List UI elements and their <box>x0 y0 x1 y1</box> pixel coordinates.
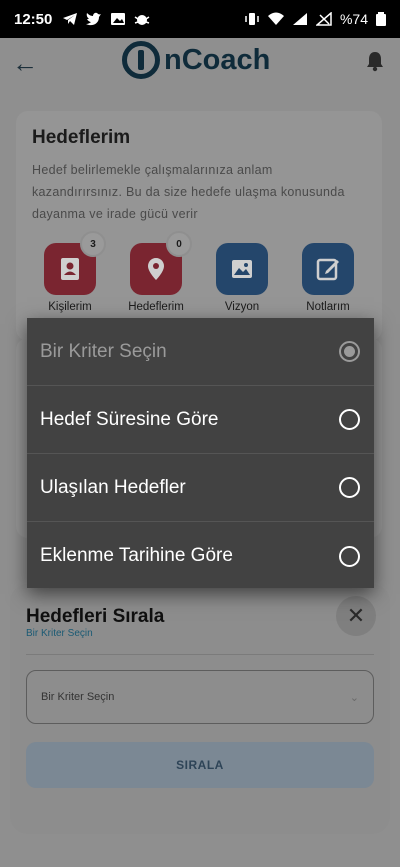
photo-icon <box>232 260 252 278</box>
edit-note-icon <box>316 258 339 281</box>
battery-icon <box>376 12 386 26</box>
option-label: Eklenme Tarihine Göre <box>40 545 233 566</box>
radio-icon[interactable] <box>339 409 360 430</box>
sort-sheet: Hedefleri Sırala Bir Kriter Seçin ✕ Bir … <box>10 584 390 834</box>
radio-icon[interactable] <box>339 545 360 567</box>
quick-item-vizyon[interactable]: Vizyon <box>212 243 272 313</box>
sheet-divider <box>26 654 374 655</box>
goals-card-title: Hedeflerim <box>32 127 131 148</box>
system-icons: %74 <box>244 11 386 27</box>
battery-percent: %74 <box>339 11 368 27</box>
status-bar: 12:50 %74 <box>0 0 400 38</box>
close-button[interactable]: ✕ <box>336 596 376 636</box>
goals-badge: 0 <box>166 231 192 257</box>
vibrate-icon <box>245 13 259 25</box>
wifi-icon <box>267 12 284 25</box>
sort-button[interactable]: SIRALA <box>26 742 374 788</box>
logo-mark-icon <box>122 41 160 79</box>
dropdown-option-date-added[interactable]: Eklenme Tarihine Göre <box>27 522 374 590</box>
radio-icon[interactable] <box>339 477 360 498</box>
goals-card: Hedeflerim Hedef belirlemekle çalışmalar… <box>16 111 382 341</box>
twitter-icon <box>86 12 102 26</box>
option-label: Hedef Süresine Göre <box>40 408 219 430</box>
image-icon <box>111 13 126 25</box>
quick-item-label: Kişilerim <box>48 301 92 313</box>
quick-item-hedeflerim[interactable]: 0 Hedeflerim <box>126 231 192 313</box>
chevron-down-icon: ⌄ <box>349 691 359 704</box>
quick-item-label: Vizyon <box>224 301 260 313</box>
sheet-title: Hedefleri Sırala <box>26 606 165 627</box>
option-label: Bir Kriter Seçin <box>40 340 167 362</box>
notification-icons <box>62 12 150 26</box>
back-arrow-icon[interactable]: ← <box>12 48 38 79</box>
quick-item-label: Notlarım <box>306 301 350 313</box>
option-label: Ulaşılan Hedefler <box>40 476 186 498</box>
dropdown-option-achieved[interactable]: Ulaşılan Hedefler <box>27 454 374 522</box>
telegram-icon <box>63 13 78 25</box>
goals-card-description: Hedef belirlemekle çalışmalarınıza anlam… <box>32 163 345 221</box>
location-pin-icon <box>148 258 164 280</box>
criteria-dropdown: Bir Kriter Seçin Hedef Süresine Göre Ula… <box>27 318 374 588</box>
contact-card-icon <box>61 258 79 280</box>
quick-item-kisilerim[interactable]: 3 Kişilerim <box>40 231 106 313</box>
criteria-select-value: Bir Kriter Seçin <box>41 691 115 703</box>
app-logo: nCoach <box>122 41 270 79</box>
contacts-badge: 3 <box>80 231 106 257</box>
criteria-select[interactable]: Bir Kriter Seçin ⌄ <box>26 670 374 724</box>
sheet-subtitle: Bir Kriter Seçin <box>26 628 93 639</box>
no-signal-icon <box>315 12 332 26</box>
dropdown-option-placeholder[interactable]: Bir Kriter Seçin <box>27 318 374 386</box>
dropdown-option-duration[interactable]: Hedef Süresine Göre <box>27 386 374 454</box>
vision-tile[interactable] <box>216 243 268 295</box>
status-time: 12:50 <box>14 10 53 28</box>
quick-actions: 3 Kişilerim 0 Hedeflerim Vizyon Notlarım <box>40 231 358 313</box>
radio-icon[interactable] <box>339 341 360 362</box>
bell-icon[interactable] <box>364 50 386 72</box>
signal-icon <box>292 13 307 25</box>
bug-icon <box>134 15 150 25</box>
app-name: nCoach <box>164 43 271 76</box>
quick-item-notlarim[interactable]: Notlarım <box>298 243 358 313</box>
notes-tile[interactable] <box>302 243 354 295</box>
quick-item-label: Hedeflerim <box>128 301 184 313</box>
close-icon: ✕ <box>346 603 366 628</box>
app-header: ← nCoach <box>0 38 400 88</box>
